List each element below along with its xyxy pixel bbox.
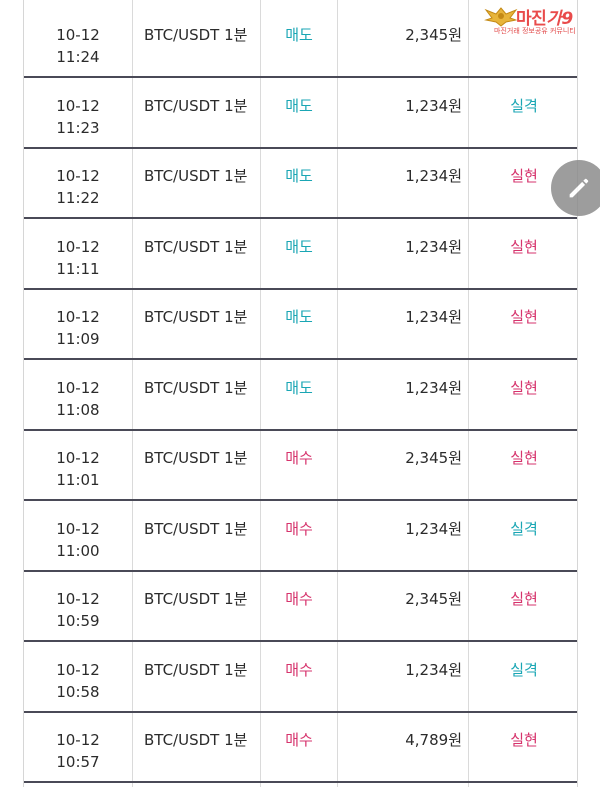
trade-time: 10:57 [56, 753, 100, 771]
trade-time: 11:24 [56, 48, 100, 66]
trade-date: 10-12 [56, 519, 100, 538]
trade-date: 10-12 [56, 590, 100, 608]
trade-date: 10-12 [56, 378, 100, 397]
trade-side: 매수 [285, 731, 313, 749]
table-row[interactable]: 10-12 11:08 BTC/USDT 1분 매도 1,234원 실현 [24, 361, 577, 431]
trade-symbol: BTC/USDT 1분 [144, 237, 248, 256]
table-row[interactable]: 10-12 11:22 BTC/USDT 1분 매도 1,234원 실현 [24, 149, 577, 219]
table-row[interactable]: 10-12 10:57 BTC/USDT 1분 매수 4,789원 실현 [24, 713, 577, 783]
table-row[interactable]: 10-12 10:58 BTC/USDT 1분 매수 1,234원 실격 [24, 643, 577, 713]
trade-result: 실격 [510, 519, 538, 538]
trade-result: 실현 [510, 378, 538, 397]
trade-symbol: BTC/USDT 1분 [144, 731, 248, 749]
trade-time: 11:09 [56, 330, 100, 348]
trade-result: 실현 [510, 731, 538, 749]
trade-date: 10-12 [56, 731, 100, 749]
trade-time: 11:23 [56, 118, 100, 137]
logo-subtitle: 마진거래 정보공유 커뮤니티 [494, 27, 576, 35]
trade-result: 실현 [510, 308, 538, 326]
trade-amount: 1,234원 [405, 167, 462, 185]
trade-amount: 2,345원 [405, 590, 462, 608]
table-row[interactable]: 10-12 10:59 BTC/USDT 1분 매수 2,345원 실현 [24, 572, 577, 642]
trade-datetime: 10-12 11:11 [24, 236, 132, 280]
table-row[interactable]: 10-12 11:11 BTC/USDT 1분 매도 1,234원 실현 [24, 220, 577, 290]
trade-datetime: 10-12 11:22 [24, 165, 132, 209]
trade-amount: 1,234원 [405, 96, 462, 115]
trade-amount: 1,234원 [405, 237, 462, 256]
trade-side: 매도 [285, 96, 313, 115]
trade-symbol: BTC/USDT 1분 [144, 308, 248, 326]
trade-amount: 2,345원 [405, 26, 462, 44]
trade-side: 매도 [285, 237, 313, 256]
trade-side: 매도 [285, 308, 313, 326]
trade-date: 10-12 [56, 237, 100, 256]
trade-date: 10-12 [56, 449, 100, 467]
trade-time: 10:59 [56, 612, 100, 630]
trade-time: 11:01 [56, 471, 100, 489]
trade-date: 10-12 [56, 167, 100, 185]
trade-datetime: 10-12 10:57 [24, 729, 132, 773]
trade-time: 11:11 [56, 259, 100, 278]
wing-emblem-icon [484, 7, 518, 27]
trade-side: 매수 [285, 519, 313, 538]
trade-date: 10-12 [56, 308, 100, 326]
trade-date: 10-12 [56, 660, 100, 679]
trade-datetime: 10-12 11:09 [24, 306, 132, 350]
trade-side: 매수 [285, 449, 313, 467]
trade-side: 매도 [285, 167, 313, 185]
trade-result: 실현 [510, 449, 538, 467]
trade-result: 실격 [510, 96, 538, 115]
trade-time: 11:22 [56, 189, 100, 207]
trade-side: 매수 [285, 660, 313, 679]
trade-amount: 4,789원 [405, 731, 462, 749]
trade-datetime: 10-12 10:58 [24, 659, 132, 703]
trade-amount: 1,234원 [405, 519, 462, 538]
trade-datetime: 10-12 11:01 [24, 447, 132, 491]
trade-symbol: BTC/USDT 1분 [144, 378, 248, 397]
trade-time: 11:00 [56, 541, 100, 560]
trade-symbol: BTC/USDT 1분 [144, 449, 248, 467]
pencil-icon [569, 178, 589, 198]
trade-result: 실격 [510, 660, 538, 679]
trade-result: 실현 [510, 590, 538, 608]
table-row[interactable]: 10-12 11:23 BTC/USDT 1분 매도 1,234원 실격 [24, 79, 577, 149]
trade-symbol: BTC/USDT 1분 [144, 167, 248, 185]
table-row[interactable]: 10-12 11:09 BTC/USDT 1분 매도 1,234원 실현 [24, 290, 577, 360]
trade-side: 매도 [285, 26, 313, 44]
trade-history-table: 10-12 11:24 BTC/USDT 1분 매도 2,345원 10-12 11:23 B… [23, 0, 578, 787]
trade-amount: 1,234원 [405, 660, 462, 679]
trade-symbol: BTC/USDT 1분 [144, 26, 248, 44]
trade-datetime: 10-12 11:24 [24, 24, 132, 68]
trade-symbol: BTC/USDT 1분 [144, 519, 248, 538]
trade-amount: 1,234원 [405, 378, 462, 397]
trade-datetime: 10-12 11:00 [24, 518, 132, 562]
trade-result: 실현 [510, 237, 538, 256]
trade-date: 10-12 [56, 26, 100, 44]
trade-symbol: BTC/USDT 1분 [144, 96, 248, 115]
site-logo: 마진가9 마진거래 정보공유 커뮤니티 [476, 4, 594, 38]
trade-side: 매도 [285, 378, 313, 397]
trade-date: 10-12 [56, 96, 100, 115]
trade-amount: 2,345원 [405, 449, 462, 467]
trade-side: 매수 [285, 590, 313, 608]
edit-fab-button[interactable] [551, 160, 600, 216]
trade-datetime: 10-12 11:23 [24, 95, 132, 139]
trade-datetime: 10-12 11:08 [24, 377, 132, 421]
trade-datetime: 10-12 10:59 [24, 588, 132, 632]
table-row[interactable]: 10-12 11:00 BTC/USDT 1분 매수 1,234원 실격 [24, 502, 577, 572]
trade-time: 11:08 [56, 400, 100, 419]
trade-amount: 1,234원 [405, 308, 462, 326]
trade-symbol: BTC/USDT 1분 [144, 590, 248, 608]
table-row[interactable]: 10-12 11:01 BTC/USDT 1분 매수 2,345원 실현 [24, 431, 577, 501]
trade-time: 10:58 [56, 682, 100, 701]
trade-symbol: BTC/USDT 1분 [144, 660, 248, 679]
